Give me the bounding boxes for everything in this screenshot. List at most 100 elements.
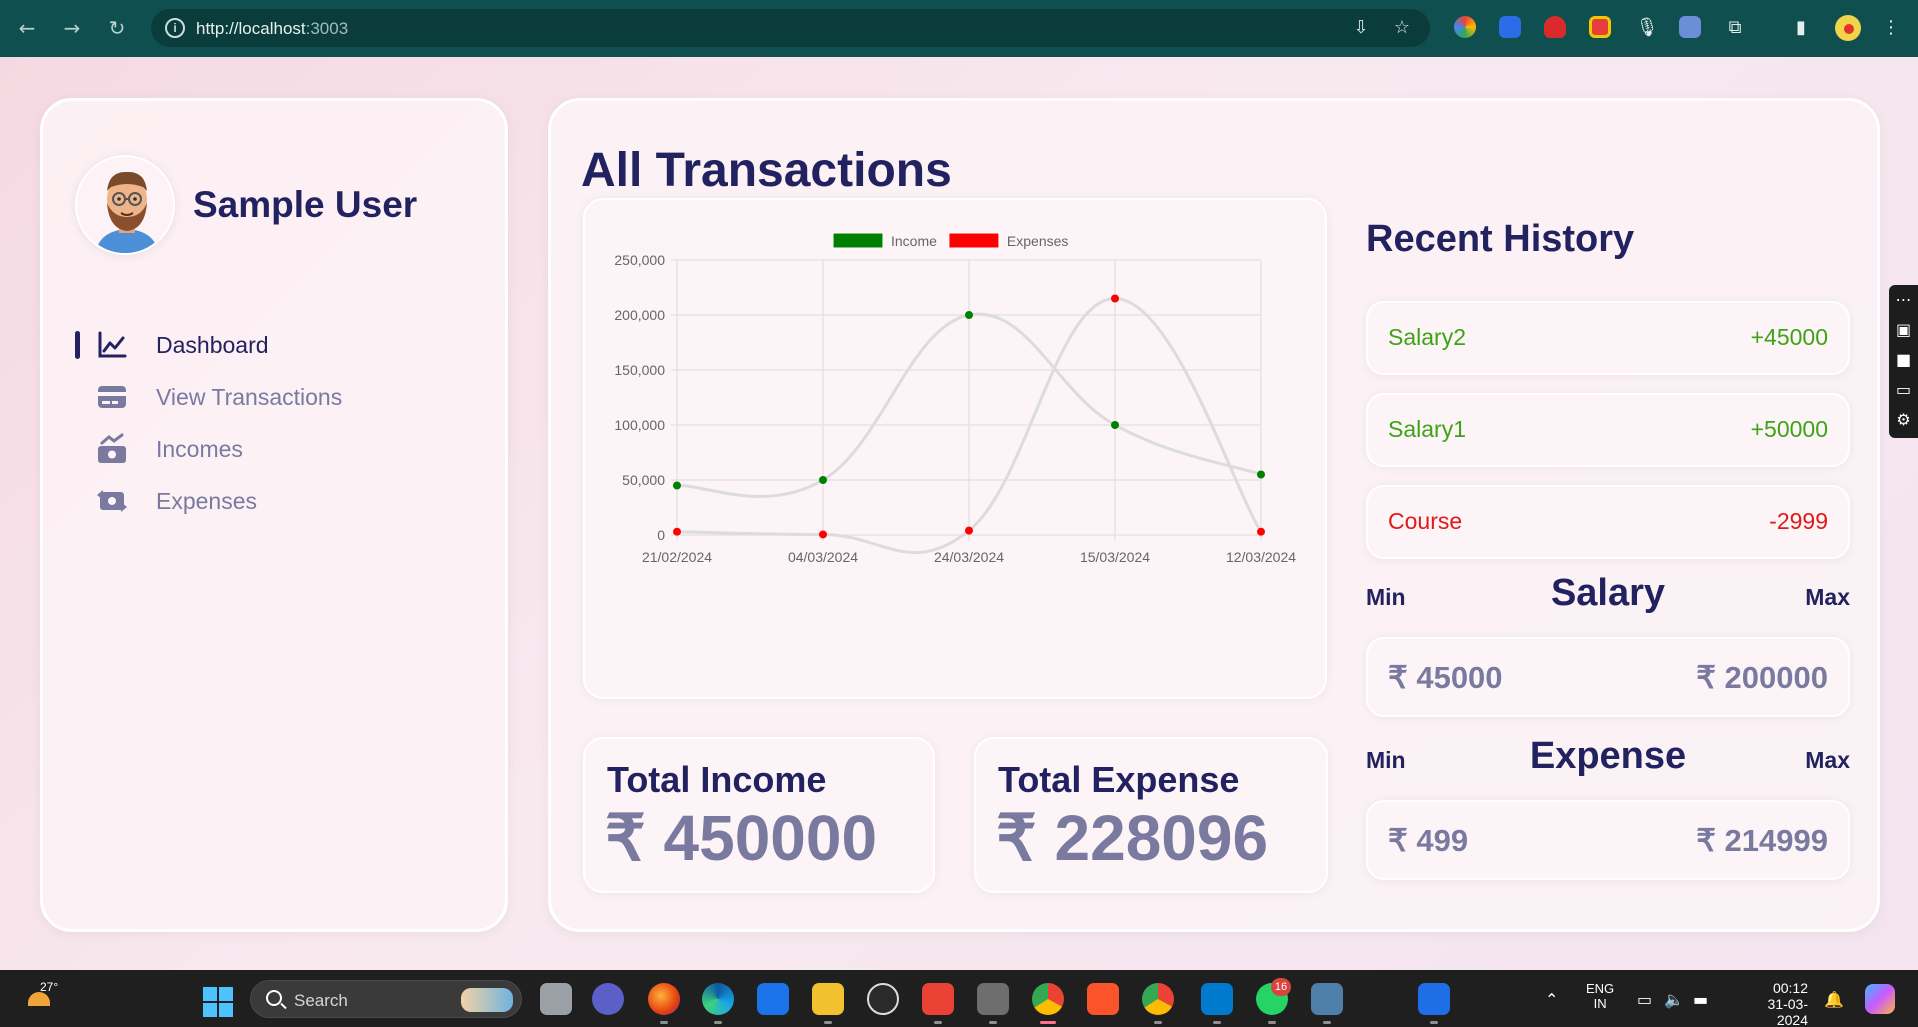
pinned-app-icon[interactable] [1418, 983, 1450, 1024]
page-background: Sample User Dashboard View Transactions [0, 57, 1918, 970]
calendar-app-icon[interactable] [977, 983, 1009, 1024]
extensions-puzzle-icon[interactable]: ⧉ [1723, 16, 1747, 40]
legend-label: Income [891, 233, 937, 249]
vscode-icon[interactable] [1201, 983, 1233, 1024]
expense-min-value: ₹ 499 [1388, 823, 1469, 858]
copilot-icon[interactable] [1865, 984, 1895, 1014]
volume-icon[interactable]: 🔈 [1664, 990, 1684, 1009]
reload-icon[interactable]: ↻ [103, 14, 131, 42]
history-item[interactable]: Salary1 +50000 [1366, 393, 1850, 467]
user-avatar-icon [77, 157, 173, 253]
avatar [75, 155, 175, 255]
windows-start-icon[interactable] [203, 987, 233, 1017]
data-point-income [965, 311, 973, 319]
sidebar: Sample User Dashboard View Transactions [40, 98, 508, 932]
total-expense-card: Total Expense ₹ 228096 [974, 737, 1328, 893]
chrome-profile-icon[interactable] [1142, 983, 1174, 1024]
transactions-chart-card: 0 50,000 100,000 150,000 200,000 250,000 21/02… [583, 198, 1327, 699]
whatsapp-badge: 16 [1271, 978, 1291, 996]
salary-max-value: ₹ 200000 [1696, 660, 1828, 695]
clock-time: 00:12 [1772, 980, 1808, 996]
forward-icon[interactable]: → [58, 14, 86, 42]
mail-icon[interactable] [757, 983, 789, 1015]
data-point-expenses [965, 526, 973, 535]
network-icon[interactable]: ▭ [1637, 990, 1652, 1009]
profile-avatar-icon[interactable] [1835, 15, 1861, 41]
history-item-amount: +50000 [1750, 416, 1828, 442]
gmail-icon[interactable] [922, 983, 954, 1024]
bookmark-star-icon[interactable]: ☆ [1392, 18, 1412, 38]
site-info-icon[interactable]: i [165, 18, 185, 38]
data-point-expenses [1257, 527, 1265, 536]
data-point-expenses [819, 530, 827, 539]
taskbar-search[interactable]: Search [250, 980, 522, 1018]
file-explorer-icon[interactable] [812, 983, 844, 1024]
chrome-icon[interactable] [1032, 983, 1064, 1024]
brave-icon[interactable] [1087, 983, 1119, 1015]
nav-label: Dashboard [156, 332, 269, 358]
nav-label: View Transactions [156, 384, 343, 410]
screen-capture-toolbar: ⋯ ▣ ■ ▭ ⚙ [1889, 285, 1918, 438]
money-bill-transfer-icon [97, 490, 127, 512]
camera-icon[interactable]: ▣ [1889, 315, 1918, 345]
weather-sun-icon [28, 992, 50, 1006]
total-income-card: Total Income ₹ 450000 [583, 737, 935, 893]
install-app-icon[interactable]: ⇩ [1351, 18, 1371, 38]
back-icon[interactable]: ← [13, 14, 41, 42]
weather-widget[interactable]: 27° [24, 978, 64, 1018]
total-expense-label: Total Expense [998, 759, 1240, 800]
history-item[interactable]: Salary2 +45000 [1366, 301, 1850, 375]
clock[interactable]: 00:12 31-03-2024 [1738, 980, 1808, 1027]
firefox-icon[interactable] [648, 983, 680, 1024]
notification-bell-icon[interactable]: 🔔 [1824, 990, 1844, 1009]
nav-item-expenses[interactable]: Expenses [75, 483, 455, 523]
url-text[interactable]: http://localhost:3003 [196, 19, 348, 39]
data-point-income [1111, 421, 1119, 429]
salary-range-header: Min Salary Max [1366, 572, 1850, 616]
task-view-icon[interactable] [540, 983, 572, 1015]
nav-item-view-transactions[interactable]: View Transactions [75, 379, 455, 419]
legend-label: Expenses [1007, 233, 1068, 249]
history-item[interactable]: Course -2999 [1366, 485, 1850, 559]
calculator-icon[interactable] [1311, 983, 1343, 1024]
total-income-value: ₹ 450000 [605, 802, 878, 874]
money-bill-trend-up-icon [98, 433, 126, 463]
nav-item-incomes[interactable]: Incomes [75, 431, 455, 471]
legend-swatch-income [832, 232, 884, 249]
x-tick-label: 12/03/2024 [1226, 549, 1296, 565]
extension-color-icon[interactable] [1454, 16, 1476, 38]
history-item-name: Course [1388, 508, 1463, 534]
extension-wave-icon[interactable] [1499, 16, 1521, 38]
extension-face-icon[interactable] [1589, 16, 1611, 38]
extension-bag-icon[interactable] [1679, 16, 1701, 38]
total-income-label: Total Income [607, 759, 827, 800]
settings-gear-icon[interactable]: ⚙ [1889, 405, 1918, 435]
nav-item-dashboard[interactable]: Dashboard [75, 327, 455, 367]
video-icon[interactable]: ■ [1889, 345, 1918, 375]
history-item-amount: -2999 [1769, 508, 1828, 534]
side-panel-icon[interactable]: ▮ [1789, 16, 1813, 40]
browser-toolbar: ← → ↻ i http://localhost:3003 ⇩ ☆ 🎙 ⧉ ▮ … [0, 0, 1918, 57]
transactions-line-chart: 0 50,000 100,000 150,000 200,000 250,000 21/02… [614, 232, 1296, 565]
menu-kebab-icon[interactable]: ⋮ [1879, 16, 1903, 40]
toolbar-more-icon[interactable]: ⋯ [1889, 285, 1918, 315]
recent-history-title: Recent History [1366, 218, 1635, 260]
dell-icon[interactable] [867, 983, 899, 1015]
x-tick-label: 24/03/2024 [934, 549, 1004, 565]
battery-icon[interactable]: ▬ [1693, 990, 1708, 1009]
window-icon[interactable]: ▭ [1889, 375, 1918, 405]
salary-min-value: ₹ 45000 [1388, 660, 1503, 695]
x-tick-label: 15/03/2024 [1080, 549, 1150, 565]
taskbar: 27° Search 16 ⌃ ENG IN ▭ 🔈 ▬ 00:12 31-03… [0, 970, 1918, 1027]
data-point-income [819, 476, 827, 484]
clock-date: 31-03-2024 [1767, 996, 1808, 1027]
address-bar[interactable]: i http://localhost:3003 ⇩ ☆ [151, 9, 1430, 47]
chat-app-icon[interactable] [592, 983, 624, 1015]
salary-max-label: Max [1805, 584, 1850, 610]
edge-icon[interactable] [702, 983, 734, 1024]
extension-shield-icon[interactable] [1544, 16, 1566, 38]
language-indicator[interactable]: ENG IN [1586, 981, 1614, 1011]
microphone-icon[interactable]: 🎙 [1635, 16, 1659, 40]
chevron-up-icon[interactable]: ⌃ [1545, 990, 1558, 1009]
search-placeholder: Search [294, 991, 348, 1010]
